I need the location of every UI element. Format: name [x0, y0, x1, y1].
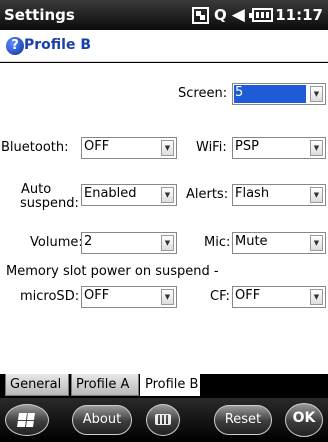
mic-value: Mute	[235, 234, 268, 249]
volume-label: Volume:	[30, 235, 83, 250]
bluetooth-label: Bluetooth:	[1, 140, 69, 155]
screen-value: 5	[234, 85, 306, 103]
cf-label: CF:	[210, 289, 230, 304]
microsd-value: OFF	[84, 288, 110, 303]
ok-button-label: OK	[292, 410, 316, 426]
auto-suspend-label-line1: Auto	[21, 182, 52, 197]
keyboard-icon	[155, 414, 171, 425]
phone-signal-icon[interactable]: 𝗤	[214, 6, 227, 24]
network-icon[interactable]	[192, 6, 209, 24]
chevron-down-icon[interactable]: ▼	[161, 289, 174, 305]
reset-button[interactable]: Reset	[214, 405, 272, 435]
status-icons: 𝗤 ◀	[192, 5, 273, 25]
cf-value: OFF	[235, 288, 261, 303]
chevron-down-icon[interactable]: ▼	[310, 289, 323, 305]
about-button[interactable]: About	[72, 405, 132, 435]
screen-select[interactable]: 5 ▼	[232, 83, 326, 105]
tab-bar: General Profile A Profile B	[0, 370, 328, 398]
page-header: ? Profile B	[0, 30, 328, 62]
wifi-value: PSP	[235, 139, 259, 154]
softkey-bar: About Reset OK	[0, 398, 328, 442]
bluetooth-select[interactable]: OFF ▼	[81, 137, 177, 159]
reset-button-label: Reset	[224, 412, 262, 427]
wifi-select[interactable]: PSP ▼	[232, 137, 326, 159]
auto-suspend-value: Enabled	[84, 186, 137, 201]
help-icon[interactable]: ?	[6, 37, 24, 55]
ok-button[interactable]: OK	[285, 403, 323, 437]
battery-icon[interactable]	[248, 8, 273, 22]
wifi-label: WiFi:	[196, 140, 227, 155]
bluetooth-value: OFF	[84, 139, 110, 154]
start-button[interactable]	[5, 404, 49, 436]
settings-form: Screen: 5 ▼ Bluetooth: OFF ▼ WiFi: PSP ▼…	[0, 63, 328, 370]
mic-select[interactable]: Mute ▼	[232, 232, 326, 254]
auto-suspend-select[interactable]: Enabled ▼	[81, 184, 177, 206]
clock[interactable]: 11:17	[275, 6, 323, 24]
alerts-label: Alerts:	[186, 187, 229, 202]
chevron-down-icon[interactable]: ▼	[310, 86, 323, 102]
memory-slot-heading: Memory slot power on suspend -	[6, 264, 219, 279]
speaker-icon[interactable]: ◀	[232, 5, 245, 25]
volume-value: 2	[84, 234, 93, 249]
windows-logo-icon	[17, 413, 35, 427]
volume-select[interactable]: 2 ▼	[81, 232, 177, 254]
tab-profile-a[interactable]: Profile A	[71, 374, 139, 396]
chevron-down-icon[interactable]: ▼	[161, 187, 174, 203]
chevron-down-icon[interactable]: ▼	[161, 235, 174, 251]
cf-select[interactable]: OFF ▼	[232, 286, 326, 308]
tab-profile-b[interactable]: Profile B	[140, 374, 200, 396]
alerts-select[interactable]: Flash ▼	[232, 184, 326, 206]
tab-general[interactable]: General	[5, 374, 69, 396]
app-title: Settings	[4, 6, 75, 24]
mic-label: Mic:	[204, 235, 231, 250]
screen-label: Screen:	[178, 86, 228, 101]
microsd-label: microSD:	[20, 289, 80, 304]
alerts-value: Flash	[235, 186, 270, 201]
chevron-down-icon[interactable]: ▼	[310, 140, 323, 156]
status-bar: Settings 𝗤 ◀ 11:17	[0, 0, 328, 30]
microsd-select[interactable]: OFF ▼	[81, 286, 177, 308]
chevron-down-icon[interactable]: ▼	[310, 235, 323, 251]
chevron-down-icon[interactable]: ▼	[310, 187, 323, 203]
keyboard-button[interactable]	[146, 404, 180, 436]
page-title: Profile B	[24, 37, 91, 53]
about-button-label: About	[82, 412, 122, 427]
chevron-down-icon[interactable]: ▼	[161, 140, 174, 156]
auto-suspend-label-line2: suspend:	[20, 196, 79, 211]
